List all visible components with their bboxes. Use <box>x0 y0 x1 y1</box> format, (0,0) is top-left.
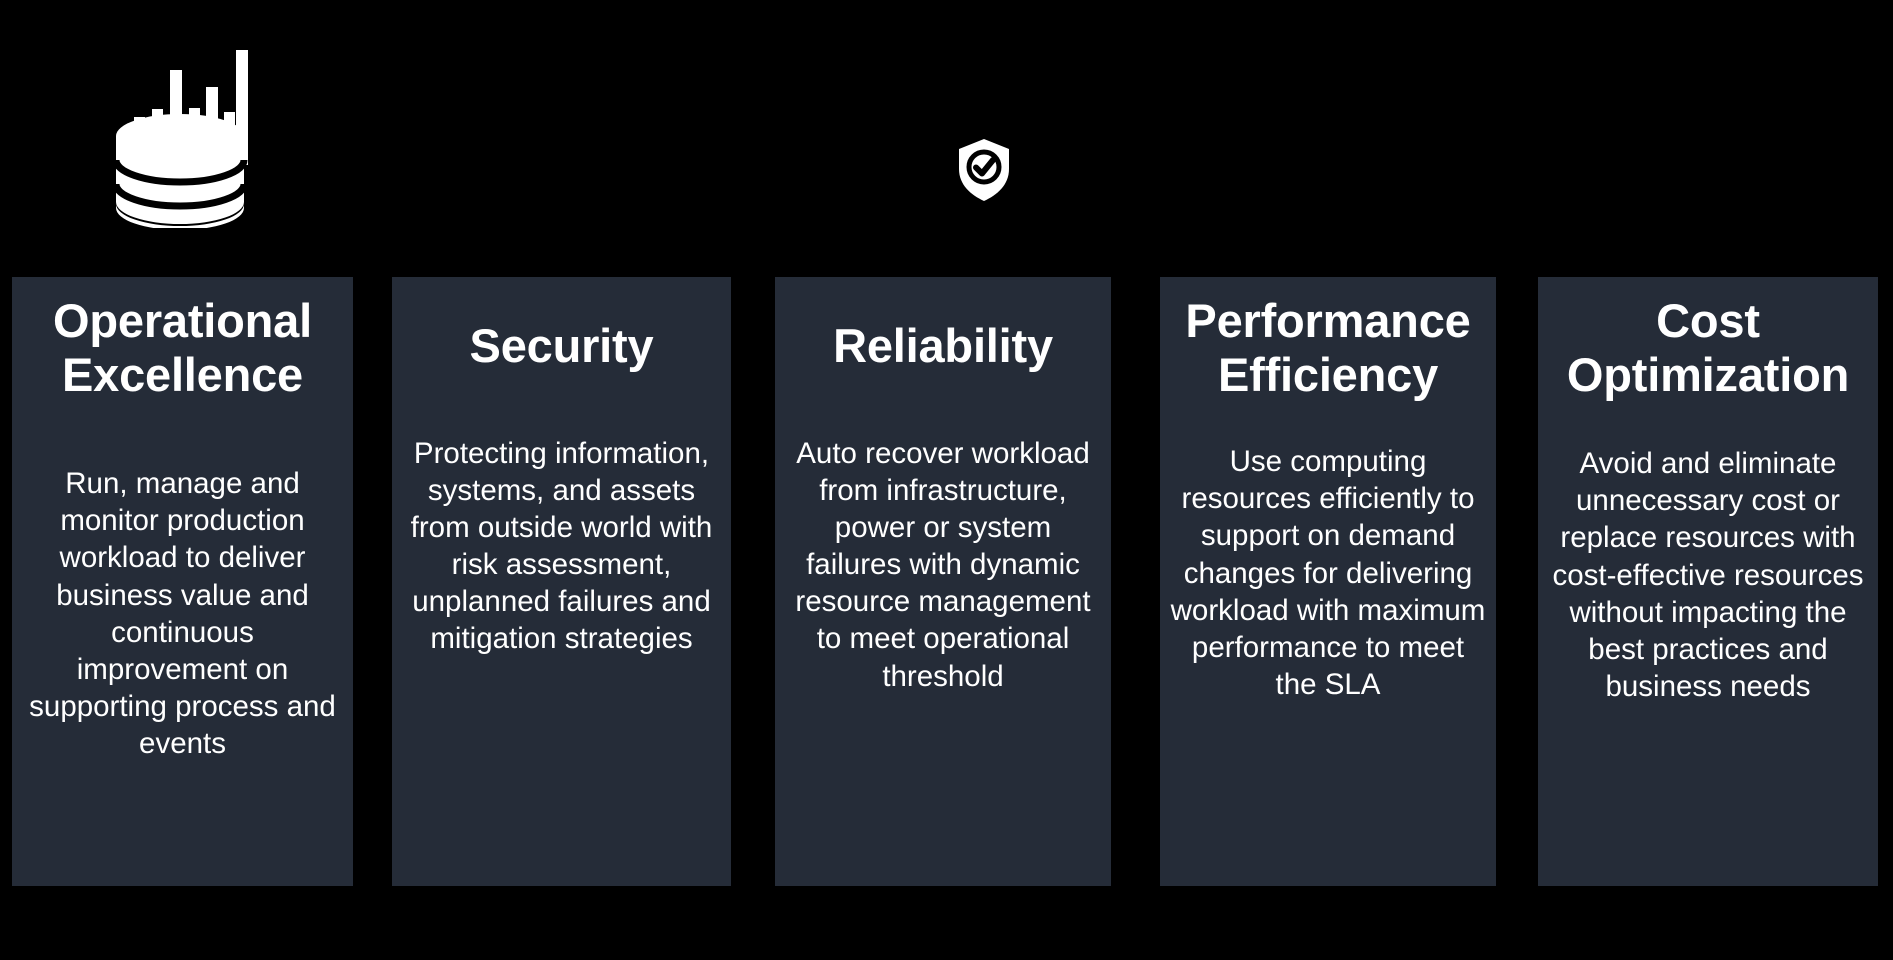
database-analytics-icon <box>112 32 248 230</box>
pillar-card-security[interactable]: Security Protecting information, systems… <box>392 277 731 886</box>
pillars-diagram: Operational Excellence Run, manage and m… <box>0 0 1893 960</box>
pillar-card-performance-efficiency[interactable]: Performance Efficiency Use computing res… <box>1160 277 1496 886</box>
pillar-card-title: Security <box>469 319 654 372</box>
pillar-card-description: Protecting information, systems, and ass… <box>410 436 713 656</box>
pillar-card-title: Operational Excellence <box>53 294 312 401</box>
icon-row <box>0 0 1893 275</box>
pillar-card-description: Run, manage and monitor production workl… <box>29 467 336 761</box>
pillar-card-reliability[interactable]: Reliability Auto recover workload from i… <box>775 277 1111 886</box>
pillar-card-operational-excellence[interactable]: Operational Excellence Run, manage and m… <box>12 277 353 886</box>
pillar-card-list: Operational Excellence Run, manage and m… <box>0 277 1893 887</box>
pillar-card-title: Performance Efficiency <box>1185 294 1471 401</box>
pillar-card-title: Reliability <box>833 319 1053 372</box>
pillar-card-title: Cost Optimization <box>1566 294 1850 401</box>
pillar-card-cost-optimization[interactable]: Cost Optimization Avoid and eliminate un… <box>1538 277 1878 886</box>
pillar-card-description: Auto recover workload from infrastructur… <box>795 436 1091 693</box>
pillar-card-description: Avoid and eliminate unnecessary cost or … <box>1552 447 1864 704</box>
pillar-card-description: Use computing resources efficiently to s… <box>1170 445 1486 702</box>
shield-check-icon <box>957 138 1011 202</box>
